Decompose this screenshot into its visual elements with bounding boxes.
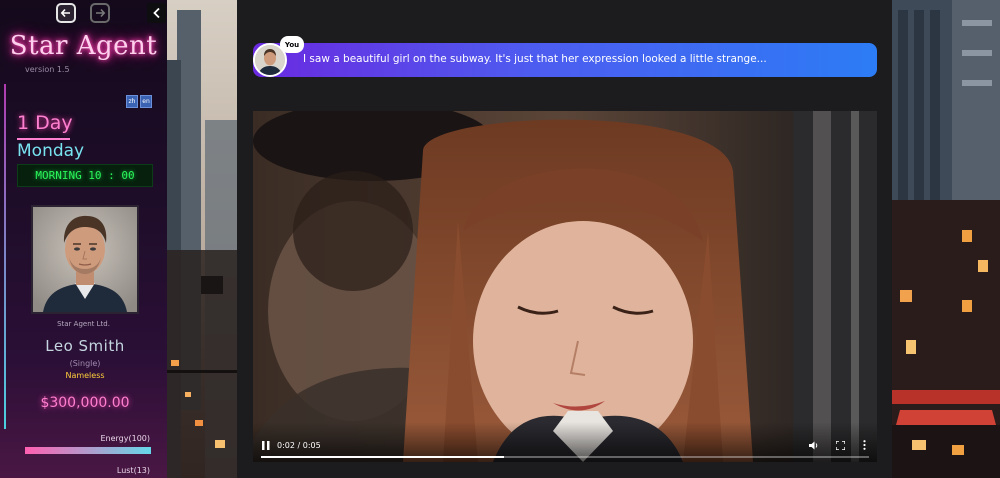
pause-button[interactable]	[259, 438, 273, 452]
dialog-text: I saw a beautiful girl on the subway. It…	[303, 53, 767, 65]
city-backdrop-right	[892, 0, 1000, 478]
volume-icon	[809, 441, 818, 449]
day-underline	[17, 138, 70, 140]
video-player[interactable]: 0:02 / 0:05	[253, 111, 877, 462]
lust-label: Lust(13)	[116, 466, 150, 475]
more-vertical-icon	[862, 440, 866, 450]
fame-title: Nameless	[65, 371, 105, 380]
language-en-button[interactable]: en	[140, 95, 152, 108]
speaker-name-badge: You	[280, 36, 304, 53]
day-counter: 1 Day	[17, 112, 73, 134]
version-label: version 1.5	[25, 65, 70, 74]
collapse-sidebar-button[interactable]	[147, 3, 166, 23]
video-progress-fill	[261, 456, 505, 458]
main-scene: I saw a beautiful girl on the subway. It…	[237, 0, 892, 478]
fullscreen-button[interactable]	[833, 438, 847, 452]
language-zh-button[interactable]: zh	[126, 95, 138, 108]
forward-button[interactable]	[90, 3, 110, 23]
energy-bar	[25, 447, 151, 454]
pause-icon	[262, 440, 270, 450]
video-progress-bar[interactable]	[261, 456, 869, 458]
arrow-left-icon	[60, 8, 70, 18]
dialog-box[interactable]: I saw a beautiful girl on the subway. It…	[253, 43, 877, 77]
player-avatar	[31, 205, 139, 314]
energy-label: Energy(100)	[100, 434, 150, 443]
chevron-left-icon	[152, 7, 160, 19]
video-controls: 0:02 / 0:05	[253, 422, 877, 462]
game-logo: Star Agent	[9, 31, 158, 61]
city-backdrop-left	[167, 0, 237, 478]
player-name: Leo Smith	[45, 337, 125, 355]
back-button[interactable]	[56, 3, 76, 23]
money-balance: $300,000.00	[40, 395, 130, 411]
arrow-right-icon	[96, 8, 106, 18]
relationship-status: (Single)	[69, 359, 101, 368]
volume-button[interactable]	[807, 438, 821, 452]
energy-bar-fill	[25, 447, 151, 454]
sidebar: Star Agent version 1.5 zh en 1 Day Monda…	[0, 0, 167, 478]
company-label: Star Agent Ltd.	[57, 320, 110, 328]
video-time: 0:02 / 0:05	[277, 440, 321, 450]
fullscreen-icon	[835, 440, 845, 450]
more-options-button[interactable]	[857, 438, 871, 452]
weekday-label: Monday	[17, 141, 85, 161]
time-of-day-clock: MORNING 10 : 00	[17, 164, 153, 187]
video-frame	[253, 111, 877, 462]
